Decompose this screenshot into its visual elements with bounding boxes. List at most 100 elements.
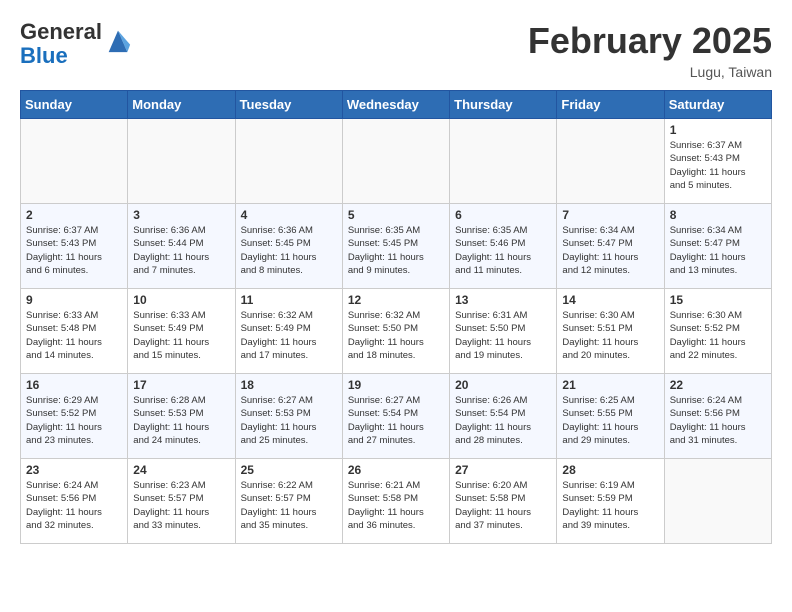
calendar-cell	[450, 119, 557, 204]
day-info: Sunrise: 6:23 AM Sunset: 5:57 PM Dayligh…	[133, 479, 229, 532]
day-info: Sunrise: 6:28 AM Sunset: 5:53 PM Dayligh…	[133, 394, 229, 447]
week-row-3: 9 Sunrise: 6:33 AM Sunset: 5:48 PM Daylig…	[21, 289, 772, 374]
day-number: 10	[133, 293, 229, 307]
day-info: Sunrise: 6:19 AM Sunset: 5:59 PM Dayligh…	[562, 479, 658, 532]
logo-general: General	[20, 19, 102, 44]
day-info: Sunrise: 6:35 AM Sunset: 5:45 PM Dayligh…	[348, 224, 444, 277]
day-info: Sunrise: 6:33 AM Sunset: 5:49 PM Dayligh…	[133, 309, 229, 362]
day-info: Sunrise: 6:21 AM Sunset: 5:58 PM Dayligh…	[348, 479, 444, 532]
day-number: 21	[562, 378, 658, 392]
day-info: Sunrise: 6:27 AM Sunset: 5:53 PM Dayligh…	[241, 394, 337, 447]
calendar-cell: 19 Sunrise: 6:27 AM Sunset: 5:54 PM Dayli…	[342, 374, 449, 459]
day-number: 16	[26, 378, 122, 392]
calendar-cell: 23Sunrise: 6:24 AM Sunset: 5:56 PM Dayli…	[21, 459, 128, 544]
day-info: Sunrise: 6:27 AM Sunset: 5:54 PM Dayligh…	[348, 394, 444, 447]
day-number: 19	[348, 378, 444, 392]
calendar-cell: 20Sunrise: 6:26 AM Sunset: 5:54 PM Dayli…	[450, 374, 557, 459]
day-number: 22	[670, 378, 766, 392]
day-info: Sunrise: 6:33 AM Sunset: 5:48 PM Dayligh…	[26, 309, 122, 362]
week-row-2: 2 Sunrise: 6:37 AM Sunset: 5:43 PM Daylig…	[21, 204, 772, 289]
week-row-5: 23Sunrise: 6:24 AM Sunset: 5:56 PM Dayli…	[21, 459, 772, 544]
day-info: Sunrise: 6:37 AM Sunset: 5:43 PM Dayligh…	[670, 139, 766, 192]
day-info: Sunrise: 6:20 AM Sunset: 5:58 PM Dayligh…	[455, 479, 551, 532]
calendar-cell: 5 Sunrise: 6:35 AM Sunset: 5:45 PM Daylig…	[342, 204, 449, 289]
weekday-header-saturday: Saturday	[664, 91, 771, 119]
calendar-cell	[128, 119, 235, 204]
day-number: 9	[26, 293, 122, 307]
day-info: Sunrise: 6:29 AM Sunset: 5:52 PM Dayligh…	[26, 394, 122, 447]
weekday-header-monday: Monday	[128, 91, 235, 119]
week-row-1: 1 Sunrise: 6:37 AM Sunset: 5:43 PM Daylig…	[21, 119, 772, 204]
calendar-cell: 21 Sunrise: 6:25 AM Sunset: 5:55 PM Dayli…	[557, 374, 664, 459]
day-number: 7	[562, 208, 658, 222]
day-number: 6	[455, 208, 551, 222]
day-number: 2	[26, 208, 122, 222]
day-info: Sunrise: 6:36 AM Sunset: 5:45 PM Dayligh…	[241, 224, 337, 277]
weekday-header-row: SundayMondayTuesdayWednesdayThursdayFrid…	[21, 91, 772, 119]
day-number: 5	[348, 208, 444, 222]
day-number: 14	[562, 293, 658, 307]
weekday-header-tuesday: Tuesday	[235, 91, 342, 119]
logo-text: General Blue	[20, 20, 102, 68]
weekday-header-wednesday: Wednesday	[342, 91, 449, 119]
day-number: 27	[455, 463, 551, 477]
day-info: Sunrise: 6:22 AM Sunset: 5:57 PM Dayligh…	[241, 479, 337, 532]
calendar-cell: 24Sunrise: 6:23 AM Sunset: 5:57 PM Dayli…	[128, 459, 235, 544]
month-title: February 2025	[528, 20, 772, 62]
day-info: Sunrise: 6:26 AM Sunset: 5:54 PM Dayligh…	[455, 394, 551, 447]
calendar-cell: 28Sunrise: 6:19 AM Sunset: 5:59 PM Dayli…	[557, 459, 664, 544]
day-number: 17	[133, 378, 229, 392]
calendar-cell: 16 Sunrise: 6:29 AM Sunset: 5:52 PM Dayli…	[21, 374, 128, 459]
location: Lugu, Taiwan	[528, 64, 772, 80]
page-header: General Blue February 2025 Lugu, Taiwan	[20, 20, 772, 80]
day-number: 13	[455, 293, 551, 307]
calendar-cell	[664, 459, 771, 544]
calendar-cell: 13Sunrise: 6:31 AM Sunset: 5:50 PM Dayli…	[450, 289, 557, 374]
calendar-cell: 3 Sunrise: 6:36 AM Sunset: 5:44 PM Daylig…	[128, 204, 235, 289]
calendar-cell	[557, 119, 664, 204]
calendar-cell: 12Sunrise: 6:32 AM Sunset: 5:50 PM Dayli…	[342, 289, 449, 374]
calendar-cell: 15Sunrise: 6:30 AM Sunset: 5:52 PM Dayli…	[664, 289, 771, 374]
day-number: 11	[241, 293, 337, 307]
calendar-cell: 9 Sunrise: 6:33 AM Sunset: 5:48 PM Daylig…	[21, 289, 128, 374]
calendar-table: SundayMondayTuesdayWednesdayThursdayFrid…	[20, 90, 772, 544]
day-number: 26	[348, 463, 444, 477]
calendar-cell: 6 Sunrise: 6:35 AM Sunset: 5:46 PM Daylig…	[450, 204, 557, 289]
day-number: 18	[241, 378, 337, 392]
day-number: 8	[670, 208, 766, 222]
day-info: Sunrise: 6:36 AM Sunset: 5:44 PM Dayligh…	[133, 224, 229, 277]
day-info: Sunrise: 6:25 AM Sunset: 5:55 PM Dayligh…	[562, 394, 658, 447]
calendar-cell: 18 Sunrise: 6:27 AM Sunset: 5:53 PM Dayli…	[235, 374, 342, 459]
day-number: 25	[241, 463, 337, 477]
weekday-header-friday: Friday	[557, 91, 664, 119]
calendar-cell: 7 Sunrise: 6:34 AM Sunset: 5:47 PM Daylig…	[557, 204, 664, 289]
day-info: Sunrise: 6:34 AM Sunset: 5:47 PM Dayligh…	[562, 224, 658, 277]
day-number: 1	[670, 123, 766, 137]
weekday-header-sunday: Sunday	[21, 91, 128, 119]
calendar-cell: 11Sunrise: 6:32 AM Sunset: 5:49 PM Dayli…	[235, 289, 342, 374]
weekday-header-thursday: Thursday	[450, 91, 557, 119]
calendar-cell: 26 Sunrise: 6:21 AM Sunset: 5:58 PM Dayli…	[342, 459, 449, 544]
day-info: Sunrise: 6:24 AM Sunset: 5:56 PM Dayligh…	[670, 394, 766, 447]
calendar-cell	[342, 119, 449, 204]
day-number: 3	[133, 208, 229, 222]
week-row-4: 16 Sunrise: 6:29 AM Sunset: 5:52 PM Dayli…	[21, 374, 772, 459]
day-info: Sunrise: 6:32 AM Sunset: 5:50 PM Dayligh…	[348, 309, 444, 362]
calendar-cell: 22 Sunrise: 6:24 AM Sunset: 5:56 PM Dayli…	[664, 374, 771, 459]
day-number: 4	[241, 208, 337, 222]
calendar-cell: 8Sunrise: 6:34 AM Sunset: 5:47 PM Daylig…	[664, 204, 771, 289]
calendar-cell	[21, 119, 128, 204]
logo: General Blue	[20, 20, 132, 68]
calendar-cell: 25 Sunrise: 6:22 AM Sunset: 5:57 PM Dayli…	[235, 459, 342, 544]
calendar-cell: 4 Sunrise: 6:36 AM Sunset: 5:45 PM Daylig…	[235, 204, 342, 289]
calendar-cell: 27 Sunrise: 6:20 AM Sunset: 5:58 PM Dayli…	[450, 459, 557, 544]
day-info: Sunrise: 6:37 AM Sunset: 5:43 PM Dayligh…	[26, 224, 122, 277]
day-number: 15	[670, 293, 766, 307]
day-info: Sunrise: 6:35 AM Sunset: 5:46 PM Dayligh…	[455, 224, 551, 277]
title-area: February 2025 Lugu, Taiwan	[528, 20, 772, 80]
calendar-cell	[235, 119, 342, 204]
calendar-cell: 2 Sunrise: 6:37 AM Sunset: 5:43 PM Daylig…	[21, 204, 128, 289]
calendar-cell: 17 Sunrise: 6:28 AM Sunset: 5:53 PM Dayli…	[128, 374, 235, 459]
day-number: 23	[26, 463, 122, 477]
day-info: Sunrise: 6:30 AM Sunset: 5:51 PM Dayligh…	[562, 309, 658, 362]
